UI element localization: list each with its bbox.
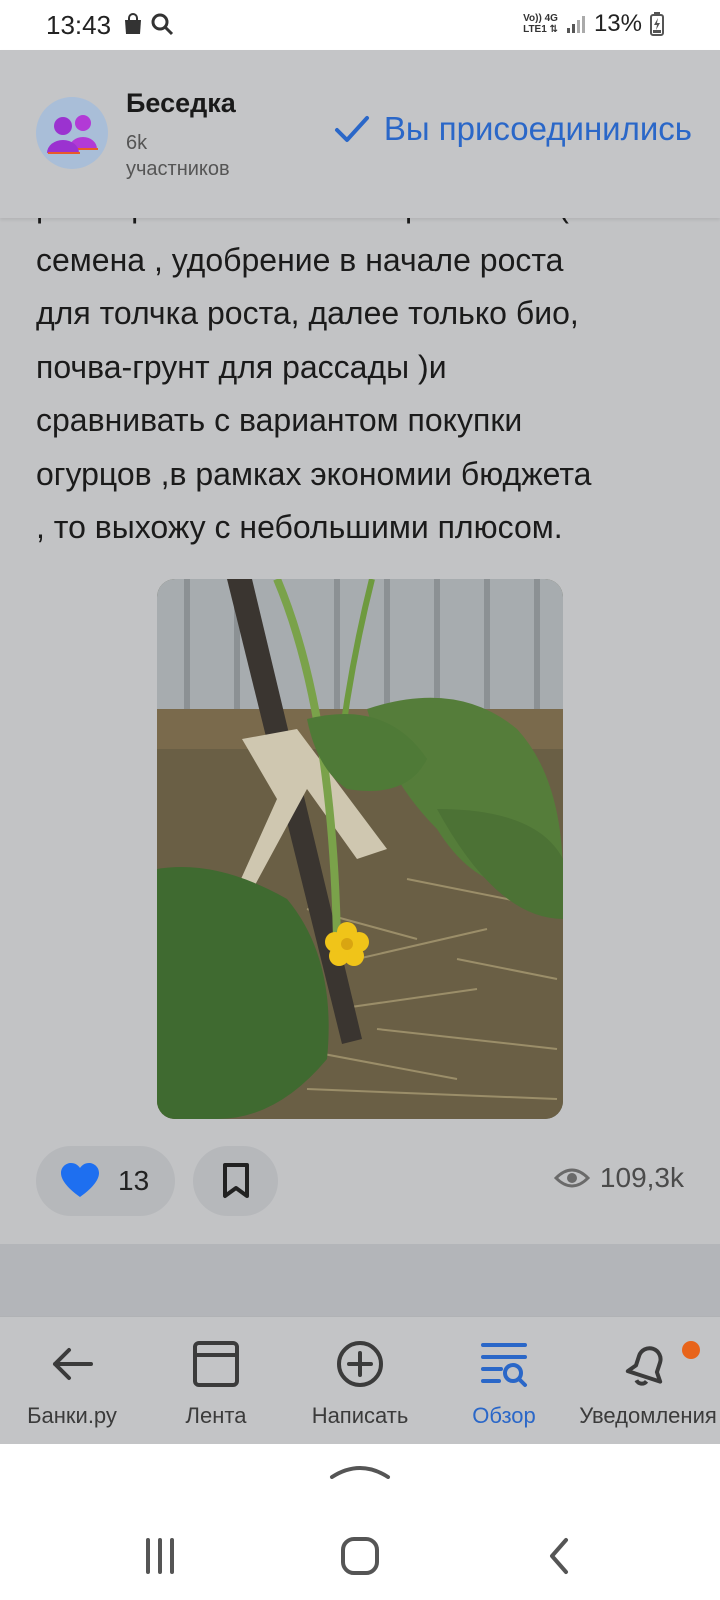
- members-count: 6k: [126, 132, 148, 154]
- status-notification-icons: [122, 12, 174, 36]
- bell-icon: [625, 1346, 663, 1386]
- search-list-icon: [481, 1343, 527, 1387]
- search-icon: [151, 13, 174, 36]
- post-photo[interactable]: [157, 579, 563, 1119]
- views-count: 109,3k: [599, 1162, 684, 1193]
- notification-badge: [682, 1341, 700, 1359]
- expand-handle[interactable]: [326, 1460, 394, 1480]
- recent-apps-icon: [146, 1538, 174, 1574]
- nav-item-back[interactable]: Банки.ру: [0, 1317, 144, 1445]
- nav-item-explore[interactable]: Обзор: [432, 1317, 576, 1445]
- network-indicator: Vo)) 4G LTE1 ⇅: [523, 13, 558, 35]
- bookmark-icon: [222, 1163, 249, 1198]
- people-icon: [47, 115, 98, 154]
- status-time: 13:43: [46, 10, 112, 40]
- battery-percent: 13%: [593, 10, 642, 37]
- views-counter: 109,3k: [553, 1162, 684, 1194]
- home-icon: [341, 1537, 379, 1575]
- joined-button[interactable]: Вы присоединились: [334, 110, 692, 148]
- system-nav-bar: [0, 1444, 720, 1600]
- nav-item-feed[interactable]: Лента: [144, 1317, 288, 1445]
- like-count: 13: [118, 1165, 150, 1196]
- like-button[interactable]: 13: [36, 1146, 175, 1216]
- status-right: Vo)) 4G LTE1 ⇅ 13%: [523, 10, 664, 38]
- feed-icon: [193, 1341, 239, 1387]
- community-members: 6k участников: [126, 130, 230, 182]
- members-label: участников: [126, 158, 230, 180]
- nav-label-notifications: Уведомления: [579, 1403, 717, 1428]
- nav-label-explore: Обзор: [472, 1403, 536, 1428]
- community-header[interactable]: Беседка 6k участников Вы присоединились: [0, 50, 720, 218]
- back-arrow-icon: [53, 1348, 93, 1380]
- signal-icon: [566, 16, 585, 33]
- check-icon: [334, 116, 369, 142]
- post-text: расширивать в части затрат на все( семен…: [36, 188, 592, 545]
- status-bar: 13:43 Vo)) 4G LTE1 ⇅ 13%: [0, 0, 720, 50]
- heart-icon: [61, 1163, 99, 1197]
- nav-item-notifications[interactable]: Уведомления: [576, 1317, 720, 1445]
- feed-divider: [0, 1244, 720, 1316]
- nav-label-write: Написать: [311, 1403, 409, 1428]
- battery-charging-icon: [650, 12, 664, 36]
- nav-label-feed: Лента: [185, 1403, 247, 1428]
- joined-label: Вы присоединились: [383, 110, 692, 147]
- recent-apps-button[interactable]: [134, 1530, 186, 1582]
- chevron-left-icon: [550, 1538, 568, 1574]
- bottom-nav: Банки.ру Лента Написать Обзор Уведомлени…: [0, 1316, 720, 1444]
- community-avatar[interactable]: [36, 97, 108, 169]
- plus-circle-icon: [337, 1341, 383, 1387]
- home-button[interactable]: [334, 1530, 386, 1582]
- system-back-button[interactable]: [534, 1530, 586, 1582]
- shopping-bag-icon: [125, 13, 141, 34]
- nav-item-write[interactable]: Написать: [288, 1317, 432, 1445]
- cucumber-plant-photo: [157, 579, 563, 1119]
- community-name[interactable]: Беседка: [126, 88, 236, 119]
- chevron-up-icon: [330, 1466, 390, 1479]
- bookmark-button[interactable]: [193, 1146, 278, 1216]
- nav-label-back: Банки.ру: [27, 1403, 117, 1428]
- eye-icon: [553, 1168, 590, 1188]
